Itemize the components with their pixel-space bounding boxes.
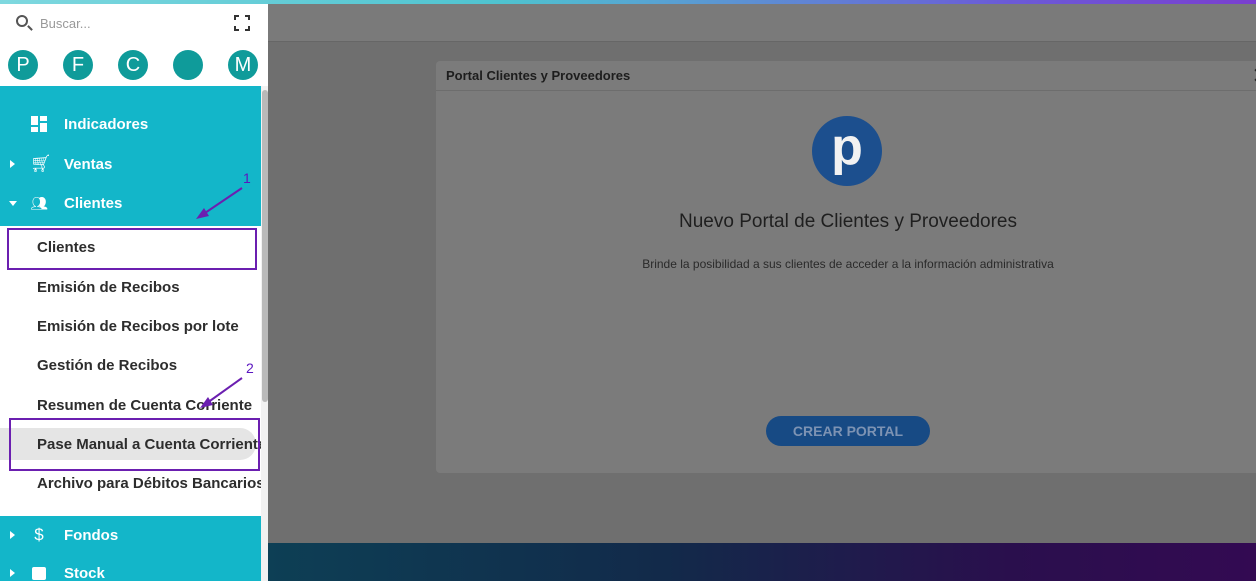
avatar-c[interactable]: C	[118, 50, 148, 80]
main-content: Portal Clientes y Proveedores ✕ p Nuevo …	[268, 4, 1256, 581]
avatar-f[interactable]: F	[63, 50, 93, 80]
portal-logo-letter: p	[831, 118, 863, 176]
nav-label-fondos: Fondos	[64, 526, 119, 544]
top-accent-strip	[0, 0, 1256, 4]
nav-item-stock[interactable]: Stock	[0, 554, 261, 581]
nav-section-bottom: $ Fondos Stock	[0, 516, 261, 581]
caret-right-icon	[10, 531, 15, 539]
nav-item-fondos[interactable]: $ Fondos	[0, 516, 261, 554]
nav-label-stock: Stock	[64, 564, 105, 581]
company-avatars: P F C M	[0, 48, 268, 82]
sidebar-scrollbar-thumb[interactable]	[262, 90, 268, 402]
search-input[interactable]	[40, 13, 210, 33]
close-icon[interactable]: ✕	[1252, 65, 1256, 87]
caret-right-icon	[10, 569, 15, 577]
crear-portal-button[interactable]: CREAR PORTAL	[766, 416, 930, 446]
modal-header: Portal Clientes y Proveedores	[436, 61, 1256, 91]
main-footer	[268, 543, 1256, 581]
fullscreen-icon[interactable]	[234, 15, 250, 31]
nav-label-indicadores: Indicadores	[64, 115, 149, 133]
avatar-blank[interactable]	[173, 50, 203, 80]
cart-icon: 🛒︎	[30, 154, 52, 173]
dollar-icon: $	[34, 525, 44, 544]
main-topbar	[268, 4, 1256, 42]
caret-down-icon	[9, 201, 17, 206]
annotation-box-1	[7, 228, 257, 270]
submenu-item-emision-recibos[interactable]: Emisión de Recibos	[0, 271, 261, 303]
annotation-arrow-2	[200, 377, 243, 408]
dashboard-icon	[30, 115, 48, 133]
portal-heading: Nuevo Portal de Clientes y Proveedores	[679, 211, 1017, 232]
avatar-p[interactable]: P	[8, 50, 38, 80]
portal-modal: Portal Clientes y Proveedores ✕ p Nuevo …	[436, 61, 1256, 473]
caret-right-icon	[10, 160, 15, 168]
portal-logo: p	[812, 116, 882, 186]
sidebar: P F C M Indicadores 🛒︎ Ventas 👥︎ Cliente…	[0, 4, 268, 581]
search-icon	[16, 15, 28, 27]
nav-item-indicadores[interactable]: Indicadores	[0, 105, 261, 143]
nav-label-clientes: Clientes	[64, 194, 123, 212]
submenu-item-archivo-debitos[interactable]: Archivo para Débitos Bancarios	[0, 467, 265, 499]
annotation-box-2	[9, 418, 260, 471]
annotation-arrow-1	[196, 187, 243, 219]
avatar-m[interactable]: M	[228, 50, 258, 80]
portal-subtitle: Brinde la posibilidad a sus clientes de …	[642, 257, 1054, 271]
nav-label-ventas: Ventas	[64, 155, 113, 173]
nav-item-ventas[interactable]: 🛒︎ Ventas	[0, 145, 261, 183]
box-icon	[30, 564, 48, 581]
search-bar	[0, 4, 268, 42]
people-icon: 👥︎	[30, 195, 48, 211]
submenu-item-emision-recibos-lote[interactable]: Emisión de Recibos por lote	[0, 310, 261, 342]
modal-title: Portal Clientes y Proveedores	[446, 68, 631, 83]
